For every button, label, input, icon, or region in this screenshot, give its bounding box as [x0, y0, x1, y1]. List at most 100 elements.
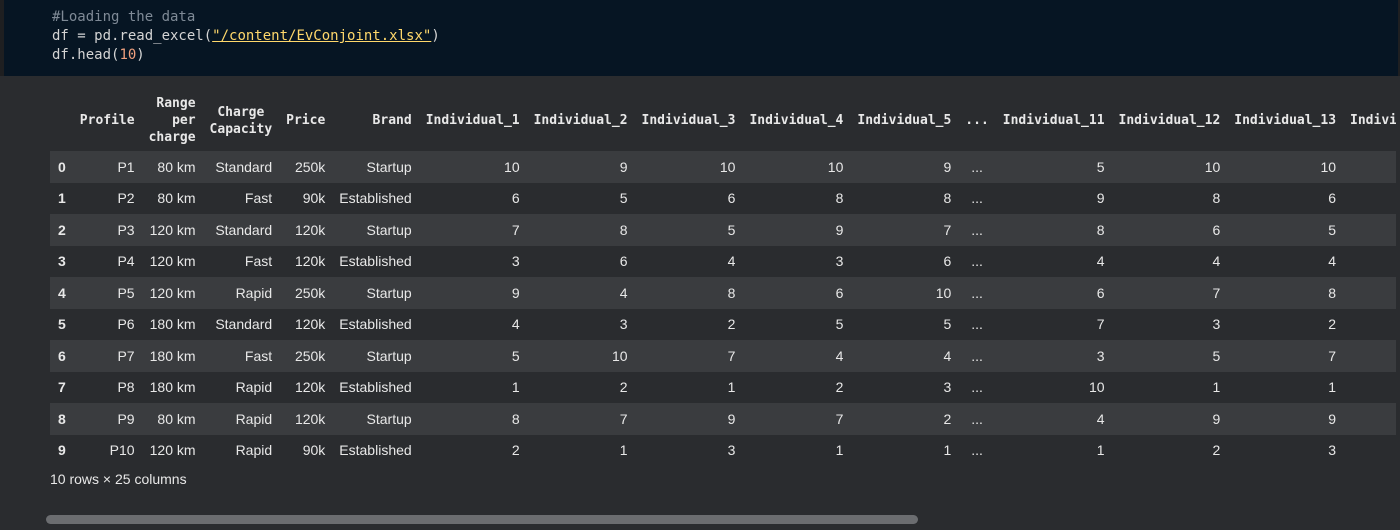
table-cell: 4 — [742, 340, 851, 372]
table-cell: 10 — [418, 151, 527, 183]
table-cell: 180 km — [141, 371, 203, 403]
horizontal-scrollbar[interactable] — [46, 515, 1396, 525]
table-cell: P8 — [72, 371, 142, 403]
table-cell: 120 km — [141, 434, 203, 466]
table-cell: 1 — [1111, 371, 1228, 403]
table-cell: Established — [332, 308, 419, 340]
table-cell — [1343, 403, 1396, 435]
table-row: 3 P4 120 km Fast 120k Established 3 6 4 3 6... 4 4 4 — [50, 245, 1396, 277]
table-cell: 4 — [418, 308, 527, 340]
table-cell: 9 — [526, 151, 635, 183]
table-cell: P4 — [72, 245, 142, 277]
table-cell: 80 km — [141, 151, 203, 183]
column-header: Brand — [372, 113, 412, 128]
code-cell[interactable]: #Loading the data df = pd.read_excel("/c… — [0, 0, 1400, 76]
table-cell: 10 — [634, 151, 743, 183]
table-cell: 120 km — [141, 245, 203, 277]
column-header: Individual_11 — [1002, 113, 1105, 128]
table-cell: P5 — [72, 277, 142, 309]
table-cell: 3 — [1227, 434, 1344, 466]
table-cell: 4 — [526, 277, 635, 309]
dataframe-shape: 10 rows × 25 columns — [50, 471, 187, 487]
table-cell: ... — [958, 277, 996, 309]
table-cell: 1 — [742, 434, 851, 466]
table-cell — [1343, 308, 1396, 340]
scrollbar-thumb[interactable] — [46, 515, 918, 524]
table-cell: ... — [958, 340, 996, 372]
table-cell: 80 km — [141, 403, 203, 435]
table-cell: 3 — [526, 308, 635, 340]
table-cell: 120k — [279, 371, 333, 403]
table-cell: 7 — [1227, 340, 1344, 372]
table-cell: 6 — [526, 245, 635, 277]
table-cell: Standard — [202, 151, 280, 183]
table-cell: 250k — [279, 277, 333, 309]
table-cell: Fast — [202, 245, 280, 277]
table-cell: 2 — [526, 371, 635, 403]
table-cell: 2 — [634, 308, 743, 340]
table-row: 1 P2 80 km Fast 90k Established 6 5 6 8 8... 9 8 6 — [50, 182, 1396, 214]
table-cell: 8 — [526, 214, 635, 246]
table-cell: Rapid — [202, 277, 280, 309]
table-cell: Standard — [202, 308, 280, 340]
table-cell: 1 — [526, 434, 635, 466]
row-index: 9 — [50, 434, 73, 466]
table-cell: 6 — [1111, 214, 1228, 246]
dataframe-table: Profile Range per charge Charge Capacity Pr… — [50, 90, 1396, 466]
table-cell: 90k — [279, 182, 333, 214]
code-line-2-prefix: df = pd.read_excel( — [52, 28, 213, 44]
table-cell: 9 — [634, 403, 743, 435]
code-line-2-suffix: ) — [431, 28, 440, 44]
table-cell — [1343, 151, 1396, 183]
table-cell: 7 — [850, 214, 959, 246]
table-cell: 2 — [742, 371, 851, 403]
table-cell: 9 — [418, 277, 527, 309]
table-cell: 4 — [995, 245, 1112, 277]
column-header: Individual_3 — [641, 113, 736, 128]
code-line-3-prefix: df.head( — [52, 47, 120, 63]
table-cell: 180 km — [141, 340, 203, 372]
table-cell: 2 — [418, 434, 527, 466]
table-cell: P6 — [72, 308, 142, 340]
column-header: Individual_13 — [1234, 113, 1337, 128]
table-cell: 180 km — [141, 308, 203, 340]
row-index: 0 — [50, 151, 73, 183]
dataframe-container[interactable]: Profile Range per charge Charge Capacity Pr… — [50, 90, 1396, 470]
table-cell: 3 — [634, 434, 743, 466]
table-cell: Startup — [332, 151, 419, 183]
column-header: Individual_1 — [425, 113, 520, 128]
table-cell: Startup — [332, 214, 419, 246]
table-cell: ... — [958, 182, 996, 214]
table-cell: 6 — [634, 182, 743, 214]
table-cell: 8 — [850, 182, 959, 214]
table-cell: 120 km — [141, 214, 203, 246]
table-cell: 4 — [634, 245, 743, 277]
table-cell: 5 — [1111, 340, 1228, 372]
table-cell: 6 — [418, 182, 527, 214]
table-cell: 120k — [279, 308, 333, 340]
column-header: Range per charge — [148, 96, 196, 145]
row-index: 5 — [50, 308, 73, 340]
code-editor[interactable]: #Loading the data df = pd.read_excel("/c… — [4, 0, 1398, 76]
column-header: Individual_12 — [1118, 113, 1221, 128]
table-cell — [1343, 371, 1396, 403]
table-cell: 1 — [418, 371, 527, 403]
table-cell: P10 — [72, 434, 142, 466]
table-cell: 10 — [995, 371, 1112, 403]
table-cell: 10 — [850, 277, 959, 309]
table-cell: 9 — [742, 214, 851, 246]
table-cell: 5 — [634, 214, 743, 246]
table-cell: 10 — [526, 340, 635, 372]
table-cell: 250k — [279, 151, 333, 183]
table-cell: 8 — [995, 214, 1112, 246]
column-header: Individual_4 — [749, 113, 844, 128]
code-line-3-num: 10 — [119, 47, 137, 63]
table-cell: 120k — [279, 214, 333, 246]
table-cell: ... — [958, 151, 996, 183]
table-cell: ... — [958, 245, 996, 277]
table-cell: 7 — [742, 403, 851, 435]
table-cell: P1 — [72, 151, 142, 183]
code-line-2-string: "/content/EvConjoint.xlsx" — [212, 28, 432, 44]
table-cell: 120k — [279, 403, 333, 435]
table-cell: 1 — [634, 371, 743, 403]
